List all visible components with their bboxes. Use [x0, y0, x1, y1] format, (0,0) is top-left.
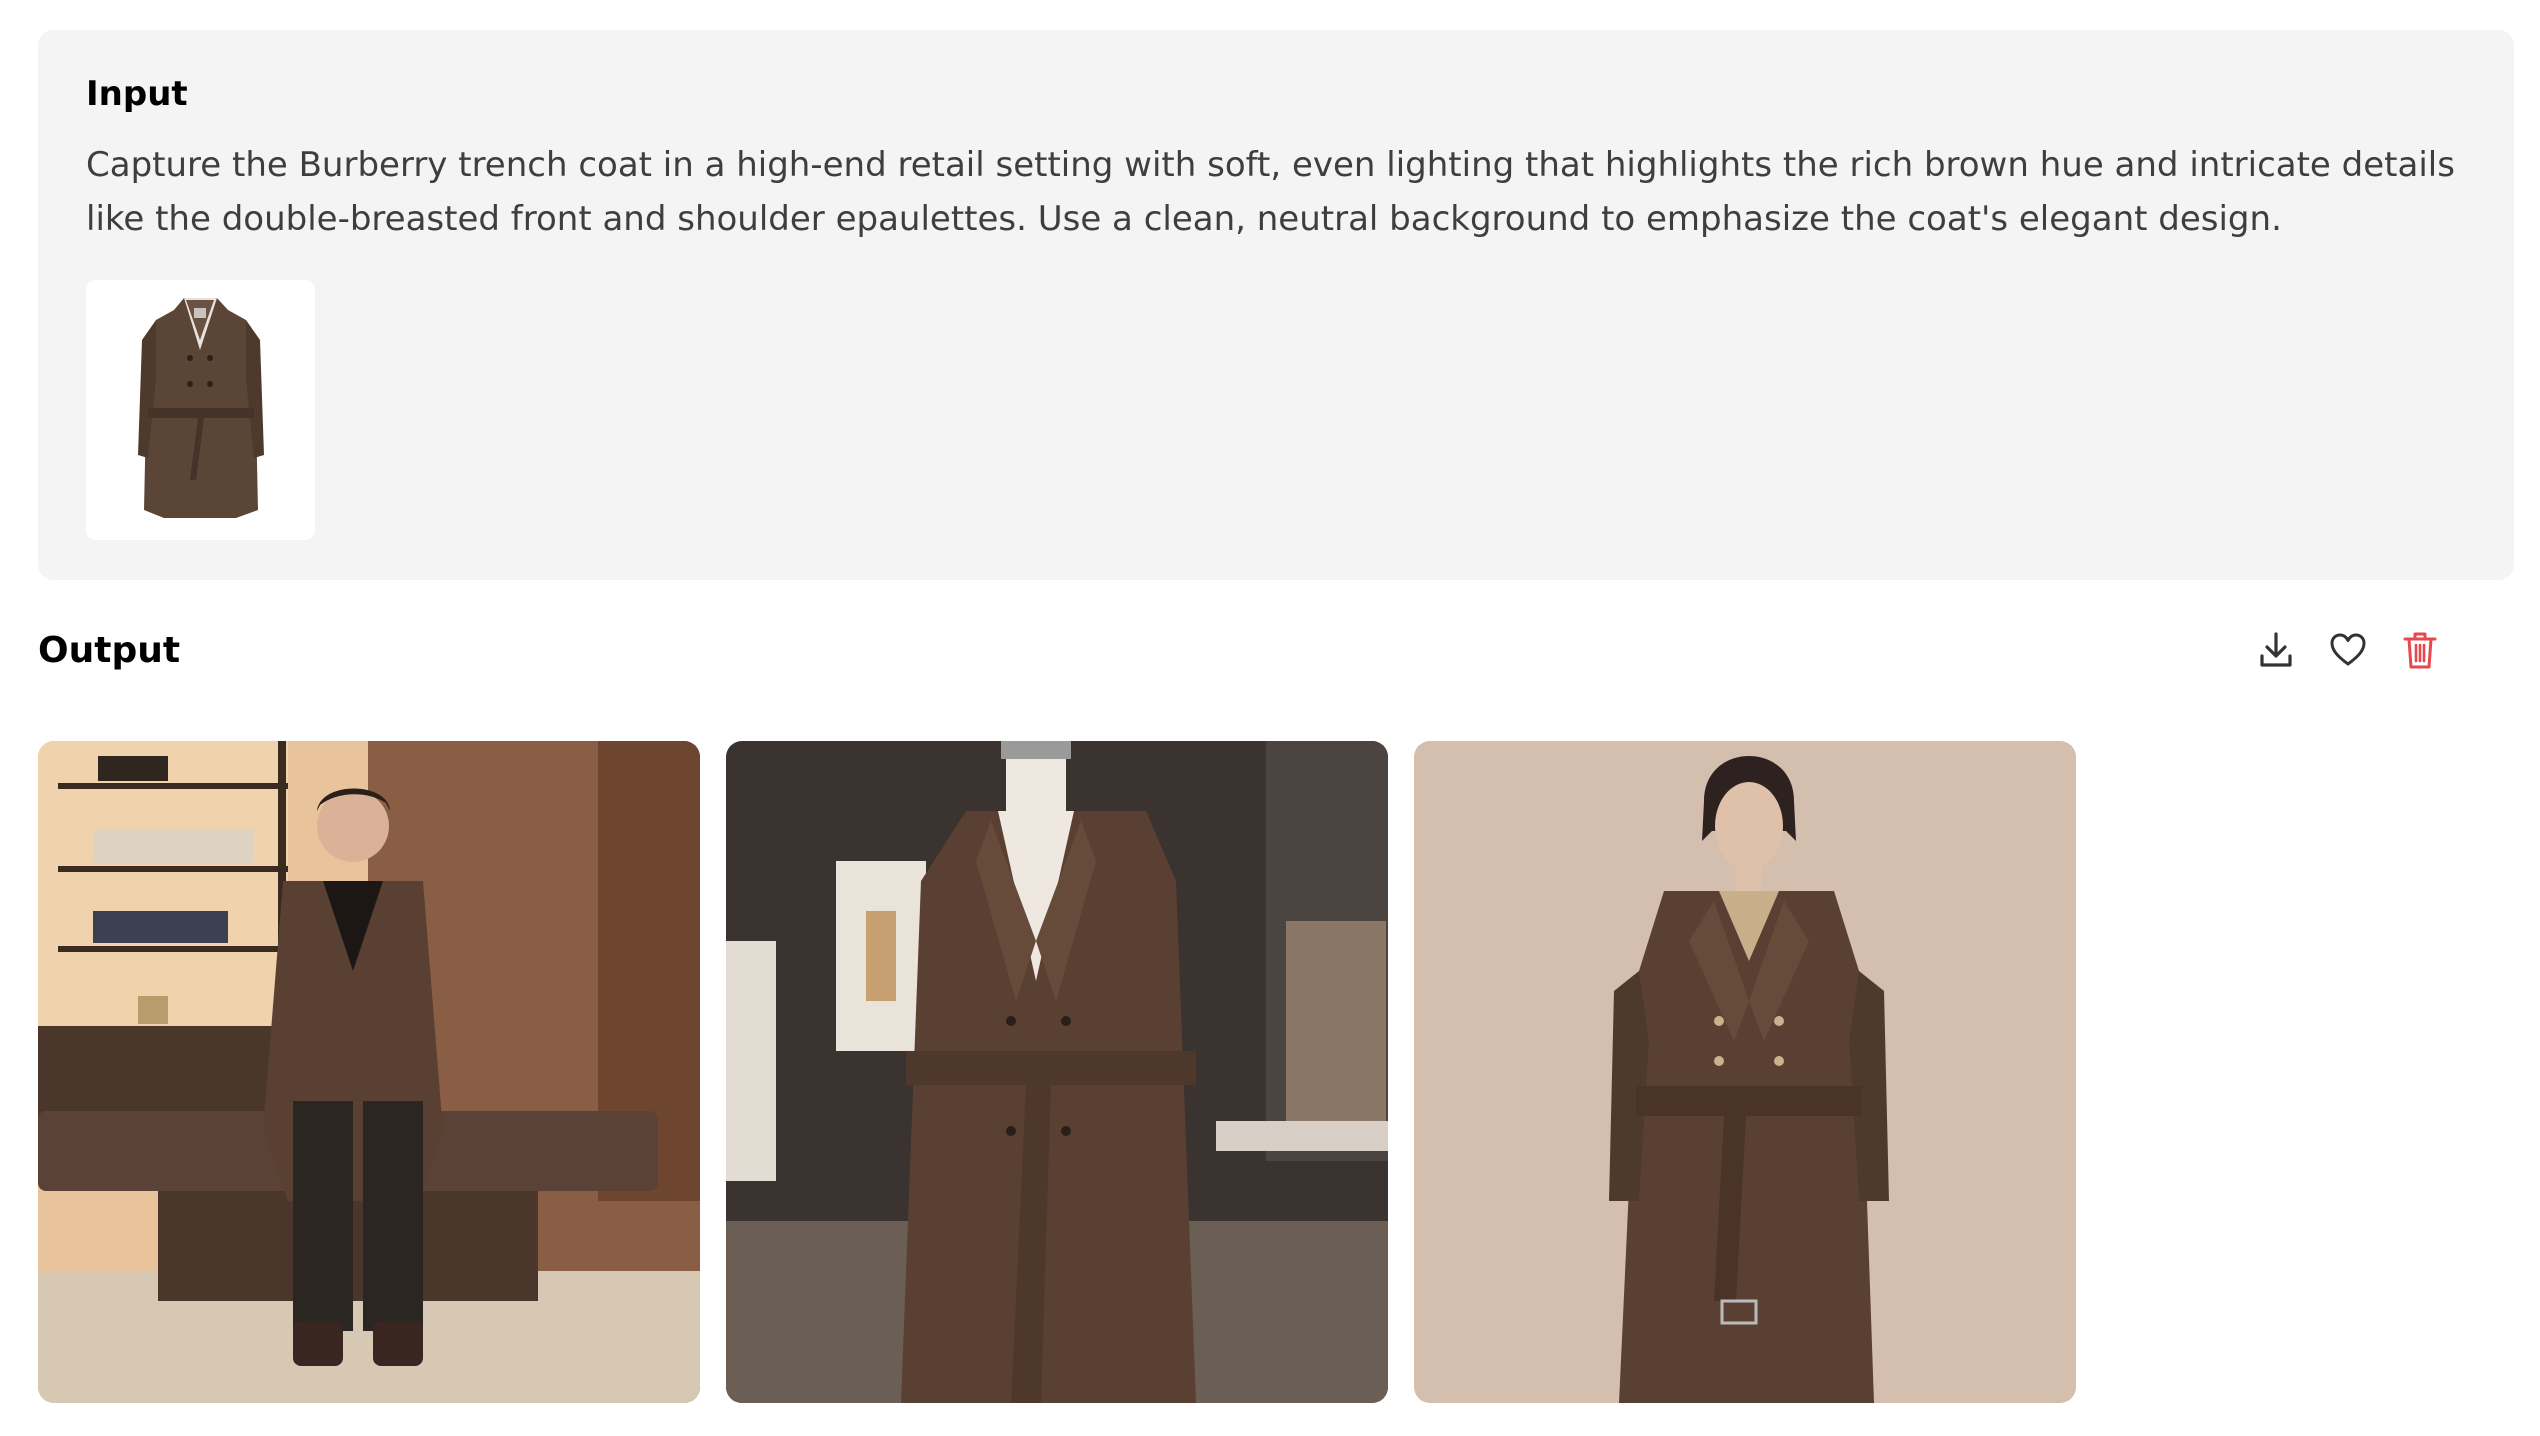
download-icon	[2260, 632, 2292, 667]
favorite-button[interactable]	[2328, 628, 2368, 672]
output-actions	[2256, 628, 2440, 672]
input-heading: Input	[86, 74, 188, 114]
reference-image-thumbnail[interactable]	[86, 280, 315, 540]
output-image-2[interactable]	[726, 741, 1388, 1403]
mannequin-trench-coat-boutique-icon	[726, 741, 1388, 1403]
prompt-text: Capture the Burberry trench coat in a hi…	[86, 145, 2455, 239]
delete-button[interactable]	[2400, 628, 2440, 672]
heart-icon	[2330, 633, 2366, 666]
trash-icon	[2403, 632, 2437, 669]
woman-in-trench-coat-beige-backdrop-icon	[1414, 741, 2076, 1403]
input-card: Input Capture the Burberry trench coat i…	[38, 30, 2514, 580]
man-seated-in-trench-coat-retail-shelves-icon	[38, 741, 700, 1403]
output-image-1[interactable]	[38, 741, 700, 1403]
output-heading: Output	[38, 630, 181, 671]
output-image-3[interactable]	[1414, 741, 2076, 1403]
trench-coat-thumbnail-icon	[86, 280, 315, 540]
download-button[interactable]	[2256, 628, 2296, 672]
